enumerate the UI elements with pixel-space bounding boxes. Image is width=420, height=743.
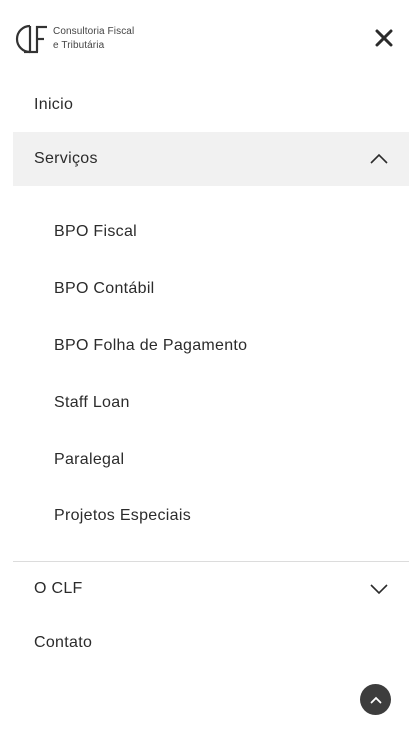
submenu-item-label: BPO Folha de Pagamento (54, 336, 248, 354)
menu-item-servicos[interactable]: Serviços (13, 132, 409, 186)
clf-logo-mark (15, 24, 47, 54)
chevron-down-icon[interactable] (369, 583, 389, 595)
logo-line-2: e Tributária (53, 40, 105, 51)
submenu-item-label: Staff Loan (54, 393, 130, 411)
mobile-menu: Inicio Serviços BPO Fiscal BPO Contábil … (13, 78, 409, 670)
logo-text: Consultoria Fiscal e Tributária (53, 25, 134, 53)
chevron-up-icon[interactable] (369, 153, 389, 165)
menu-item-label: Inicio (34, 96, 74, 113)
submenu-item-staff-loan[interactable]: Staff Loan (13, 374, 409, 431)
menu-item-inicio[interactable]: Inicio (13, 78, 409, 132)
close-icon[interactable] (374, 28, 394, 48)
menu-item-contato[interactable]: Contato (13, 616, 409, 670)
scroll-to-top-button[interactable] (360, 684, 391, 715)
submenu-item-paralegal[interactable]: Paralegal (13, 431, 409, 488)
logo[interactable]: Consultoria Fiscal e Tributária (13, 22, 134, 56)
submenu-item-bpo-contabil[interactable]: BPO Contábil (13, 261, 409, 318)
menu-item-o-clf[interactable]: O CLF (13, 562, 409, 616)
menu-header: Consultoria Fiscal e Tributária (0, 0, 420, 78)
menu-item-label: O CLF (34, 579, 83, 597)
submenu-item-label: Paralegal (54, 450, 125, 468)
submenu-item-projetos-especiais[interactable]: Projetos Especiais (13, 488, 409, 545)
services-submenu: BPO Fiscal BPO Contábil BPO Folha de Pag… (13, 186, 409, 561)
submenu-item-label: BPO Contábil (54, 280, 155, 298)
logo-line-1: Consultoria Fiscal (53, 26, 135, 37)
menu-item-label: Serviços (34, 150, 98, 167)
submenu-item-label: Projetos Especiais (54, 507, 192, 525)
chevron-up-icon (370, 696, 381, 703)
submenu-item-bpo-folha[interactable]: BPO Folha de Pagamento (13, 318, 409, 375)
submenu-item-bpo-fiscal[interactable]: BPO Fiscal (13, 204, 409, 261)
submenu-item-label: BPO Fiscal (54, 223, 138, 241)
menu-item-label: Contato (34, 633, 93, 651)
